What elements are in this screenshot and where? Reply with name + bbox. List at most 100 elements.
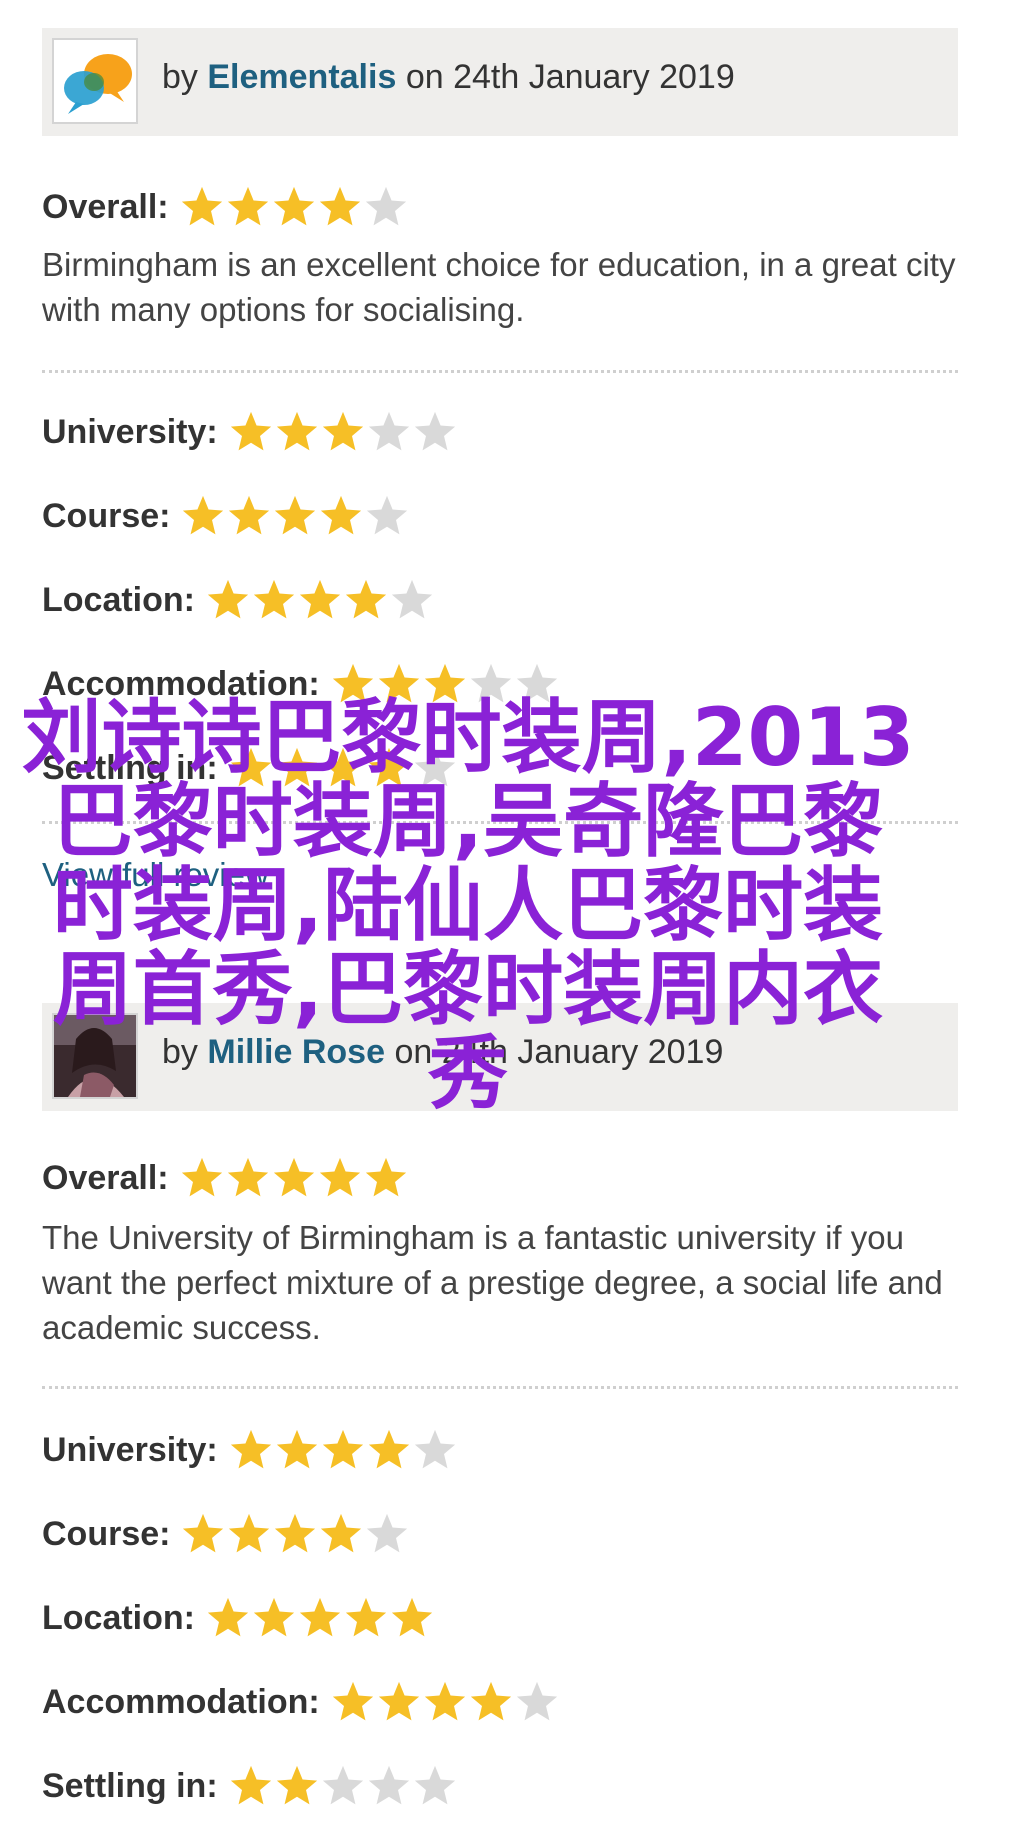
- star-empty-icon: [414, 411, 455, 451]
- star-rating: [330, 661, 560, 707]
- divider: [42, 821, 958, 824]
- rating-location: Location:: [42, 1595, 958, 1641]
- star-empty-icon: [414, 1429, 455, 1469]
- star-empty-icon: [470, 663, 511, 703]
- star-empty-icon: [368, 1765, 409, 1805]
- star-filled-icon: [273, 186, 314, 226]
- review-comment: Birmingham is an excellent choice for ed…: [42, 246, 956, 328]
- rating-university: University:: [42, 1427, 958, 1473]
- rating-settling-in: Settling in:: [42, 1763, 958, 1809]
- user-photo-icon: [52, 1013, 138, 1099]
- rating-label: Accommodation:: [42, 664, 320, 703]
- star-rating: [180, 493, 410, 539]
- star-rating: [179, 1155, 409, 1201]
- review-comment: The University of Birmingham is a fantas…: [42, 1219, 943, 1346]
- star-filled-icon: [322, 411, 363, 451]
- star-rating: [180, 1511, 410, 1557]
- star-empty-icon: [391, 579, 433, 619]
- rating-label: Settling in:: [42, 1766, 218, 1805]
- star-filled-icon: [229, 495, 270, 535]
- star-filled-icon: [183, 1513, 224, 1553]
- rating-course: Course:: [42, 493, 958, 539]
- star-filled-icon: [345, 1597, 387, 1637]
- star-rating: [228, 1763, 458, 1809]
- review-byline: by Millie Rose on 24th January 2019: [162, 1033, 723, 1072]
- star-filled-icon: [227, 1157, 268, 1197]
- star-filled-icon: [368, 747, 409, 787]
- star-filled-icon: [207, 579, 249, 619]
- star-filled-icon: [276, 1765, 317, 1805]
- rating-label: Location:: [42, 1598, 195, 1637]
- star-filled-icon: [322, 1429, 363, 1469]
- star-filled-icon: [319, 1157, 360, 1197]
- review-header: by Elementalis on 24th January 2019: [42, 28, 958, 136]
- star-rating: [205, 1595, 435, 1641]
- star-filled-icon: [276, 411, 317, 451]
- by-prefix: by: [162, 1033, 198, 1071]
- rating-label: Accommodation:: [42, 1682, 320, 1721]
- by-prefix: by: [162, 58, 198, 96]
- star-empty-icon: [367, 495, 408, 535]
- divider: [42, 370, 958, 373]
- star-filled-icon: [319, 186, 360, 226]
- rating-label: Overall:: [42, 187, 169, 226]
- star-filled-icon: [227, 186, 268, 226]
- star-empty-icon: [414, 747, 455, 787]
- rating-label: University:: [42, 412, 218, 451]
- star-rating: [228, 745, 458, 791]
- rating-course: Course:: [42, 1511, 958, 1557]
- overall-rating: Overall:: [42, 1155, 958, 1201]
- review-date: on 24th January 2019: [394, 1033, 724, 1071]
- star-filled-icon: [275, 495, 316, 535]
- star-filled-icon: [253, 1597, 295, 1637]
- star-filled-icon: [322, 747, 363, 787]
- star-filled-icon: [378, 1681, 419, 1721]
- divider: [42, 1386, 958, 1389]
- star-empty-icon: [516, 663, 557, 703]
- view-full-review-link[interactable]: View full review: [42, 856, 958, 894]
- star-filled-icon: [230, 1429, 271, 1469]
- rating-settling-in: Settling in:: [42, 745, 958, 791]
- author-link[interactable]: Millie Rose: [207, 1033, 385, 1071]
- star-rating: [228, 409, 458, 455]
- star-empty-icon: [516, 1681, 557, 1721]
- review-byline: by Elementalis on 24th January 2019: [162, 58, 735, 97]
- star-filled-icon: [230, 747, 271, 787]
- star-filled-icon: [365, 1157, 406, 1197]
- rating-location: Location:: [42, 577, 958, 623]
- rating-label: Overall:: [42, 1158, 169, 1197]
- star-filled-icon: [470, 1681, 511, 1721]
- star-filled-icon: [230, 411, 271, 451]
- star-filled-icon: [181, 186, 222, 226]
- author-link[interactable]: Elementalis: [207, 58, 396, 96]
- star-empty-icon: [322, 1765, 363, 1805]
- review-page: by Elementalis on 24th January 2019 Over…: [0, 0, 1010, 1823]
- star-filled-icon: [424, 1681, 465, 1721]
- review-header: by Millie Rose on 24th January 2019: [42, 1003, 958, 1111]
- overall-rating: Overall:: [42, 184, 958, 230]
- star-filled-icon: [321, 1513, 362, 1553]
- speech-bubbles-icon: [52, 38, 138, 124]
- star-filled-icon: [332, 663, 373, 703]
- star-empty-icon: [414, 1765, 455, 1805]
- star-filled-icon: [253, 579, 295, 619]
- star-rating: [228, 1427, 458, 1473]
- rating-label: Location:: [42, 580, 195, 619]
- star-rating: [179, 184, 409, 230]
- star-filled-icon: [276, 747, 317, 787]
- star-filled-icon: [345, 579, 387, 619]
- star-filled-icon: [229, 1513, 270, 1553]
- rating-label: Settling in:: [42, 748, 218, 787]
- star-rating: [330, 1679, 560, 1725]
- star-empty-icon: [368, 411, 409, 451]
- review-card: by Elementalis on 24th January 2019 Over…: [42, 28, 958, 894]
- star-filled-icon: [275, 1513, 316, 1553]
- rating-label: Course:: [42, 496, 171, 535]
- star-empty-icon: [367, 1513, 408, 1553]
- rating-label: University:: [42, 1430, 218, 1469]
- star-filled-icon: [321, 495, 362, 535]
- star-filled-icon: [183, 495, 224, 535]
- star-filled-icon: [299, 1597, 341, 1637]
- star-filled-icon: [299, 579, 341, 619]
- rating-label: Course:: [42, 1514, 171, 1553]
